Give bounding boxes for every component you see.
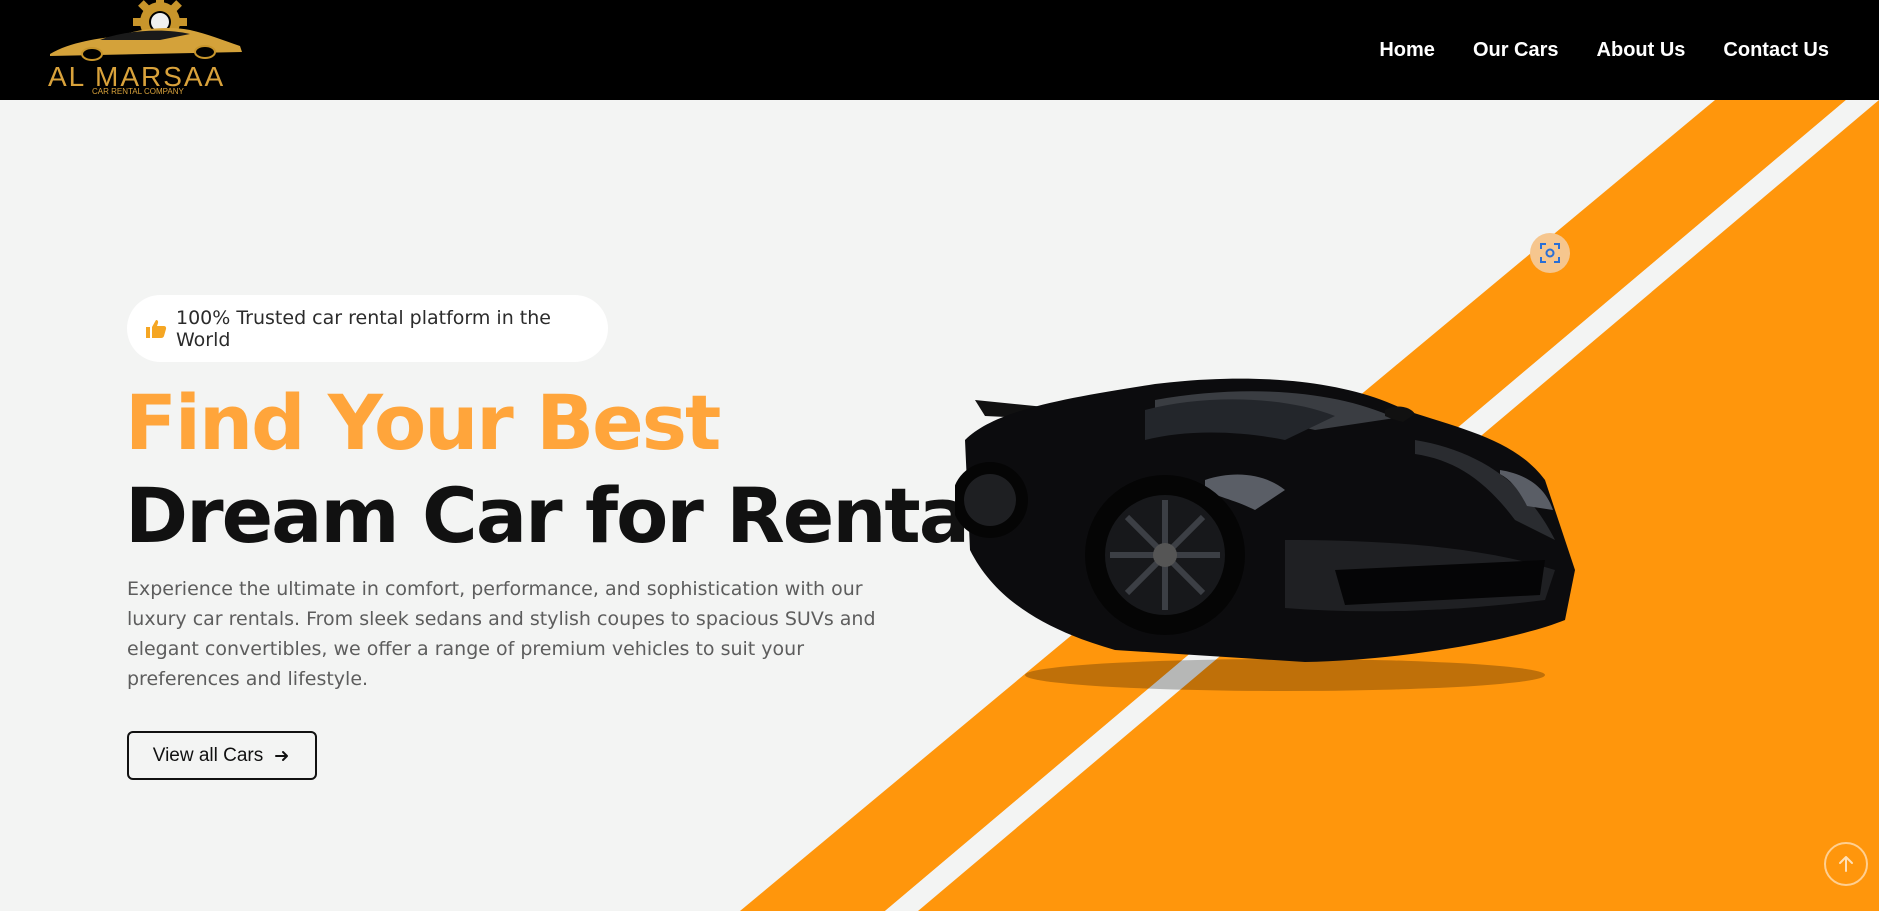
view-all-cars-label: View all Cars [152,744,264,766]
nav-contact-us-link[interactable]: Contact Us [1723,39,1829,62]
thumbs-up-icon [144,317,168,341]
hero-title-line-2: Dream Car for Rental [125,471,994,560]
sports-car-image [952,370,1585,700]
scroll-to-top-button[interactable] [1824,842,1868,886]
hero-section: 100% Trusted car rental platform in the … [0,100,1879,911]
top-navbar: AL MARSAA CAR RENTAL COMPANY Home Our Ca… [0,0,1879,100]
nav-home-link[interactable]: Home [1379,39,1435,62]
hero-description: Experience the ultimate in comfort, perf… [127,578,876,690]
trust-badge: 100% Trusted car rental platform in the … [127,295,608,362]
brand-logo[interactable]: AL MARSAA CAR RENTAL COMPANY [40,0,250,96]
nav-about-us-link[interactable]: About Us [1597,39,1686,62]
visual-search-icon [1540,243,1560,263]
brand-tagline-logo-text: CAR RENTAL COMPANY [92,87,185,96]
main-nav: Home Our Cars About Us Contact Us [1379,0,1829,100]
arrow-up-icon [1839,856,1853,872]
visual-search-button[interactable] [1530,233,1570,273]
view-all-cars-button[interactable]: View all Cars [127,731,317,780]
hero-title-line-1: Find Your Best [125,378,721,467]
arrow-right-icon [273,747,291,765]
trust-badge-text: 100% Trusted car rental platform in the … [176,306,551,351]
nav-our-cars-link[interactable]: Our Cars [1473,39,1559,62]
